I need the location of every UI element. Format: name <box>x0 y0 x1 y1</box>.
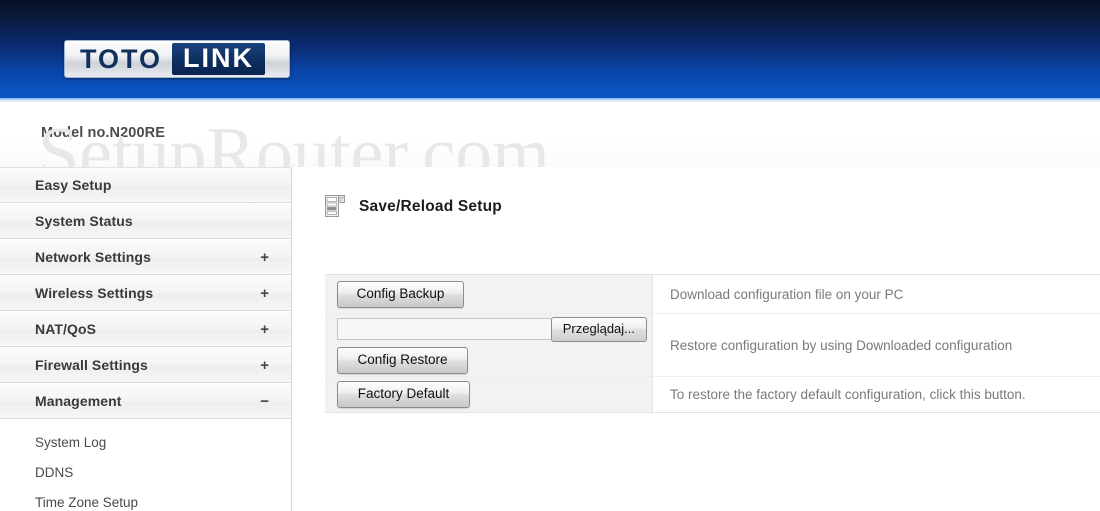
sidebar-item-label: Easy Setup <box>35 177 112 193</box>
description-cell: Restore configuration by using Downloade… <box>670 337 1013 353</box>
totolink-logo[interactable]: TOTO LINK <box>64 40 290 78</box>
router-admin-page: TOTO LINK Model no.N200RE SetupRouter.co… <box>0 0 1100 511</box>
main-content: Save/Reload Setup Config Backup Download… <box>292 167 1100 511</box>
file-upload-row: Przeglądaj... <box>337 316 647 342</box>
save-reload-table: Config Backup Download configuration fil… <box>325 274 1100 413</box>
sidebar-item-label: NAT/QoS <box>35 321 97 337</box>
factory-default-button[interactable]: Factory Default <box>337 381 470 408</box>
sidebar-item-system-log[interactable]: System Log <box>0 427 291 457</box>
action-cell: Przeglądaj... Config Restore <box>325 314 653 376</box>
sidebar-item-nat-qos[interactable]: NAT/QoS + <box>0 311 291 347</box>
table-row-config-restore: Przeglądaj... Config Restore Restore con… <box>325 314 1100 377</box>
sidebar-item-label: System Status <box>35 213 133 229</box>
sidebar-item-wireless-settings[interactable]: Wireless Settings + <box>0 275 291 311</box>
sidebar-item-firewall-settings[interactable]: Firewall Settings + <box>0 347 291 383</box>
model-strip <box>0 102 1100 167</box>
sidebar-submenu-management: System Log DDNS Time Zone Setup <box>0 419 291 511</box>
sidebar-item-easy-setup[interactable]: Easy Setup <box>0 167 291 203</box>
sidebar-item-label: Firewall Settings <box>35 357 148 373</box>
plus-icon: + <box>260 320 269 338</box>
page-header: Save/Reload Setup <box>325 195 502 218</box>
sidebar-item-label: Wireless Settings <box>35 285 154 301</box>
plus-icon: + <box>260 248 269 266</box>
sidebar-item-ddns[interactable]: DDNS <box>0 457 291 487</box>
table-row-factory-default: Factory Default To restore the factory d… <box>325 377 1100 412</box>
description-cell: To restore the factory default configura… <box>670 387 1026 402</box>
sidebar-item-network-settings[interactable]: Network Settings + <box>0 239 291 275</box>
sidebar-item-time-zone-setup[interactable]: Time Zone Setup <box>0 487 291 511</box>
action-cell: Factory Default <box>325 377 653 412</box>
plus-icon: + <box>260 356 269 374</box>
table-row-config-backup: Config Backup Download configuration fil… <box>325 275 1100 314</box>
plus-icon: + <box>260 284 269 302</box>
sidebar-item-label: Management <box>35 393 122 409</box>
model-number-label: Model no.N200RE <box>41 125 165 141</box>
sidebar-item-system-status[interactable]: System Status <box>0 203 291 239</box>
config-file-input[interactable] <box>337 318 551 340</box>
config-backup-button[interactable]: Config Backup <box>337 280 464 308</box>
description-cell: Download configuration file on your PC <box>670 286 904 302</box>
page-title: Save/Reload Setup <box>359 197 502 215</box>
sidebar-item-label: Network Settings <box>35 249 151 265</box>
list-document-icon <box>325 195 346 218</box>
browse-button[interactable]: Przeglądaj... <box>550 316 647 342</box>
config-restore-button[interactable]: Config Restore <box>337 346 468 374</box>
logo-text-link: LINK <box>172 43 266 75</box>
logo-text-toto: TOTO <box>80 44 163 74</box>
minus-icon: − <box>260 392 269 410</box>
action-cell: Config Backup <box>325 275 653 313</box>
sidebar-item-management[interactable]: Management − <box>0 383 291 419</box>
sidebar-nav: Easy Setup System Status Network Setting… <box>0 167 292 511</box>
